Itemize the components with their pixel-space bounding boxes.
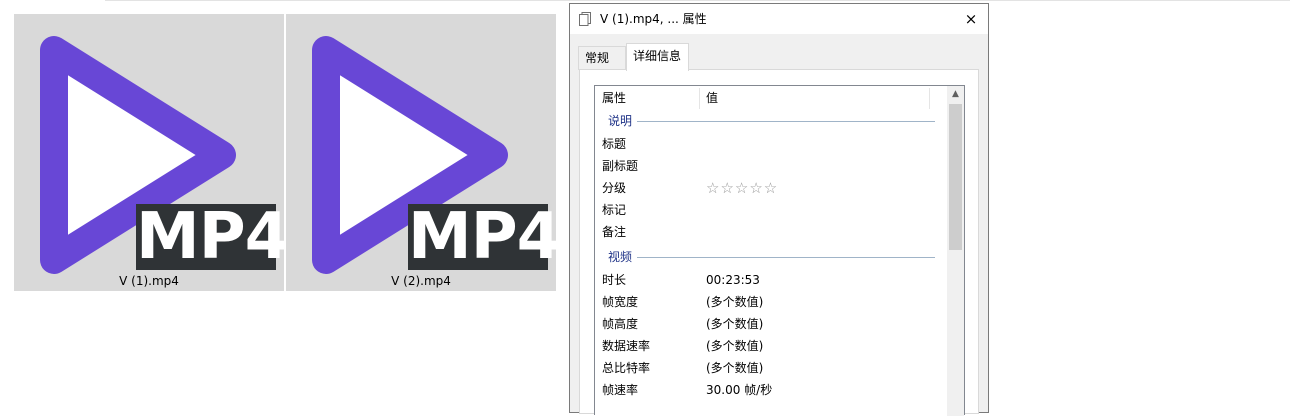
properties-dialog: V (1).mp4, ... 属性 × 常规 详细信息 属性 值 说明 标题 副…: [569, 3, 989, 416]
row-name: 帧高度: [602, 317, 639, 331]
list-row[interactable]: 总比特率 (多个数值): [595, 357, 947, 379]
mp4-badge: MP4: [408, 200, 561, 274]
row-name: 标记: [602, 203, 627, 217]
row-name: 备注: [602, 225, 627, 239]
row-value[interactable]: (多个数值): [706, 357, 763, 379]
properties-list[interactable]: 属性 值 说明 标题 副标题 分级 ☆☆☆☆☆ 标记 备注 视频 时长 00:2…: [594, 85, 965, 416]
title-bar[interactable]: V (1).mp4, ... 属性 ×: [570, 4, 988, 34]
tab-general[interactable]: 常规: [578, 46, 626, 70]
row-value[interactable]: (多个数值): [706, 291, 763, 313]
list-row[interactable]: 帧速率 30.00 帧/秒: [595, 379, 947, 401]
list-row[interactable]: 帧宽度 (多个数值): [595, 291, 947, 313]
column-header-value[interactable]: 值: [706, 86, 936, 111]
list-row[interactable]: 标题: [595, 133, 947, 155]
row-value[interactable]: (多个数值): [706, 335, 763, 357]
group-label-description: 说明: [608, 114, 633, 128]
row-name: 数据速率: [602, 339, 651, 353]
list-row[interactable]: 数据速率 (多个数值): [595, 335, 947, 357]
list-row[interactable]: 分级 ☆☆☆☆☆: [595, 177, 947, 199]
file-tile[interactable]: MP4 V (2).mp4: [286, 14, 561, 291]
chevron-up-icon: ▲: [952, 89, 959, 99]
close-button[interactable]: ×: [954, 4, 988, 34]
column-divider[interactable]: [929, 88, 930, 109]
file-tile[interactable]: MP4 V (1).mp4: [14, 14, 289, 291]
row-name: 副标题: [602, 159, 639, 173]
list-row[interactable]: 时长 00:23:53: [595, 269, 947, 291]
row-name: 总比特率: [602, 361, 651, 375]
top-divider: [105, 0, 1290, 1]
row-value[interactable]: 00:23:53: [706, 269, 760, 291]
details-panel: 属性 值 说明 标题 副标题 分级 ☆☆☆☆☆ 标记 备注 视频 时长 00:2…: [579, 69, 979, 416]
row-name: 帧速率: [602, 383, 639, 397]
list-row[interactable]: 帧高度 (多个数值): [595, 313, 947, 335]
dialog-title: V (1).mp4, ... 属性: [600, 12, 707, 26]
mp4-badge: MP4: [136, 200, 289, 274]
row-value[interactable]: 30.00 帧/秒: [706, 379, 772, 401]
group-divider: [637, 257, 935, 258]
group-label-video: 视频: [608, 250, 633, 264]
column-header-property[interactable]: 属性: [602, 86, 699, 111]
list-header: 属性 值: [595, 86, 947, 111]
file-name[interactable]: V (2).mp4: [286, 273, 556, 289]
file-name[interactable]: V (1).mp4: [14, 273, 284, 289]
row-name: 帧宽度: [602, 295, 639, 309]
list-row[interactable]: 副标题: [595, 155, 947, 177]
tab-details[interactable]: 详细信息: [626, 43, 689, 71]
scroll-thumb[interactable]: [949, 104, 962, 250]
close-icon: ×: [964, 10, 978, 28]
vertical-scrollbar[interactable]: ▲: [947, 86, 964, 416]
list-row[interactable]: 备注: [595, 221, 947, 243]
scroll-up-button[interactable]: ▲: [947, 86, 964, 103]
document-icon: [579, 12, 591, 26]
row-value[interactable]: (多个数值): [706, 313, 763, 335]
list-row[interactable]: 标记: [595, 199, 947, 221]
row-name: 时长: [602, 273, 627, 287]
row-name: 分级: [602, 181, 627, 195]
rating-stars[interactable]: ☆☆☆☆☆: [706, 177, 778, 199]
group-divider: [637, 121, 935, 122]
column-divider[interactable]: [699, 88, 700, 109]
row-name: 标题: [602, 137, 627, 151]
